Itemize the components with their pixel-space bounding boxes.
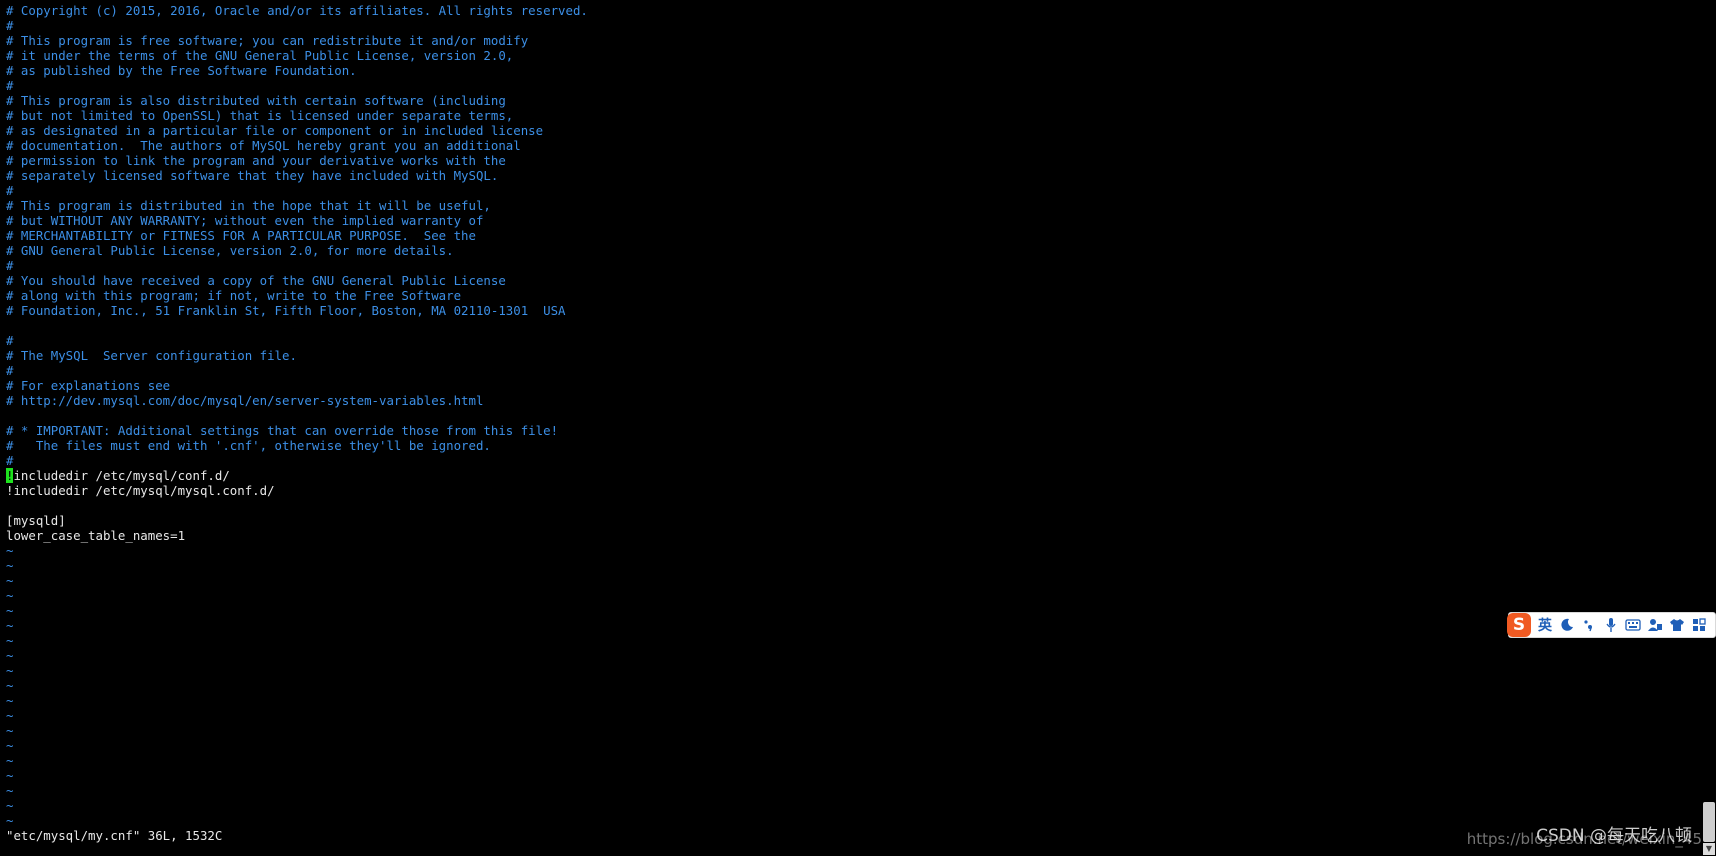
watermark-brand: CSDN @每天吃八顿: [1536, 826, 1692, 846]
buffer-line[interactable]: [mysqld]: [6, 513, 1696, 528]
buffer-line[interactable]: [6, 318, 1696, 333]
buffer-line[interactable]: # but not limited to OpenSSL) that is li…: [6, 108, 1696, 123]
buffer-line[interactable]: # This program is free software; you can…: [6, 33, 1696, 48]
scroll-down-arrow-icon[interactable]: ▼: [1703, 843, 1715, 855]
buffer-line[interactable]: # This program is distributed in the hop…: [6, 198, 1696, 213]
ime-language-toggle[interactable]: 英: [1535, 615, 1555, 635]
keyboard-icon[interactable]: [1623, 615, 1643, 635]
buffer-line[interactable]: # GNU General Public License, version 2.…: [6, 243, 1696, 258]
buffer-line[interactable]: #: [6, 258, 1696, 273]
empty-line-marker[interactable]: ~: [6, 768, 1696, 783]
buffer-line[interactable]: !includedir /etc/mysql/conf.d/: [6, 468, 1696, 483]
empty-line-marker[interactable]: ~: [6, 588, 1696, 603]
empty-line-marker[interactable]: ~: [6, 813, 1696, 828]
buffer-line[interactable]: !includedir /etc/mysql/mysql.conf.d/: [6, 483, 1696, 498]
microphone-icon[interactable]: [1601, 615, 1621, 635]
buffer-line[interactable]: # documentation. The authors of MySQL he…: [6, 138, 1696, 153]
empty-line-marker[interactable]: ~: [6, 708, 1696, 723]
line-text: includedir /etc/mysql/conf.d/: [13, 468, 230, 483]
ime-toolbar[interactable]: S 英: [1507, 612, 1716, 638]
buffer-line[interactable]: # Copyright (c) 2015, 2016, Oracle and/o…: [6, 3, 1696, 18]
user-icon[interactable]: [1645, 615, 1665, 635]
empty-line-marker[interactable]: ~: [6, 603, 1696, 618]
buffer-line[interactable]: # http://dev.mysql.com/doc/mysql/en/serv…: [6, 393, 1696, 408]
buffer-line[interactable]: # as designated in a particular file or …: [6, 123, 1696, 138]
empty-line-marker[interactable]: ~: [6, 723, 1696, 738]
buffer-line[interactable]: # The files must end with '.cnf', otherw…: [6, 438, 1696, 453]
skin-shirt-icon[interactable]: [1667, 615, 1687, 635]
scrollbar-thumb[interactable]: [1703, 802, 1715, 842]
empty-line-marker[interactable]: ~: [6, 783, 1696, 798]
empty-line-marker[interactable]: ~: [6, 573, 1696, 588]
empty-line-marker[interactable]: ~: [6, 543, 1696, 558]
buffer-line[interactable]: # For explanations see: [6, 378, 1696, 393]
punctuation-icon[interactable]: [1579, 615, 1599, 635]
buffer-line[interactable]: #: [6, 18, 1696, 33]
empty-line-marker[interactable]: ~: [6, 558, 1696, 573]
empty-line-marker[interactable]: ~: [6, 663, 1696, 678]
terminal-window[interactable]: # Copyright (c) 2015, 2016, Oracle and/o…: [0, 0, 1716, 856]
empty-line-marker[interactable]: ~: [6, 618, 1696, 633]
buffer-line[interactable]: #: [6, 363, 1696, 378]
empty-line-marker[interactable]: ~: [6, 633, 1696, 648]
buffer-line[interactable]: #: [6, 453, 1696, 468]
empty-line-marker[interactable]: ~: [6, 738, 1696, 753]
buffer-line[interactable]: lower_case_table_names=1: [6, 528, 1696, 543]
buffer-line[interactable]: # This program is also distributed with …: [6, 93, 1696, 108]
buffer-line[interactable]: # it under the terms of the GNU General …: [6, 48, 1696, 63]
buffer-line[interactable]: # You should have received a copy of the…: [6, 273, 1696, 288]
empty-line-marker[interactable]: ~: [6, 798, 1696, 813]
vertical-scrollbar[interactable]: ▼: [1702, 0, 1716, 856]
buffer-line[interactable]: #: [6, 183, 1696, 198]
buffer-line[interactable]: #: [6, 78, 1696, 93]
buffer-line[interactable]: # MERCHANTABILITY or FITNESS FOR A PARTI…: [6, 228, 1696, 243]
empty-line-marker[interactable]: ~: [6, 678, 1696, 693]
buffer-line[interactable]: # as published by the Free Software Foun…: [6, 63, 1696, 78]
buffer-line[interactable]: # Foundation, Inc., 51 Franklin St, Fift…: [6, 303, 1696, 318]
buffer-line[interactable]: # * IMPORTANT: Additional settings that …: [6, 423, 1696, 438]
vim-status-line: "etc/mysql/my.cnf" 36L, 1532C: [6, 828, 223, 843]
empty-line-marker[interactable]: ~: [6, 693, 1696, 708]
buffer-line[interactable]: # along with this program; if not, write…: [6, 288, 1696, 303]
buffer-line[interactable]: # permission to link the program and you…: [6, 153, 1696, 168]
buffer-line[interactable]: [6, 408, 1696, 423]
toolbox-icon[interactable]: [1689, 615, 1709, 635]
empty-line-marker[interactable]: ~: [6, 753, 1696, 768]
buffer-line[interactable]: [6, 498, 1696, 513]
empty-line-marker[interactable]: ~: [6, 648, 1696, 663]
buffer-line[interactable]: # The MySQL Server configuration file.: [6, 348, 1696, 363]
sogou-logo-icon[interactable]: S: [1507, 613, 1531, 637]
vim-buffer[interactable]: # Copyright (c) 2015, 2016, Oracle and/o…: [6, 3, 1696, 828]
buffer-line[interactable]: # but WITHOUT ANY WARRANTY; without even…: [6, 213, 1696, 228]
buffer-line[interactable]: #: [6, 333, 1696, 348]
moon-icon[interactable]: [1557, 615, 1577, 635]
buffer-line[interactable]: # separately licensed software that they…: [6, 168, 1696, 183]
